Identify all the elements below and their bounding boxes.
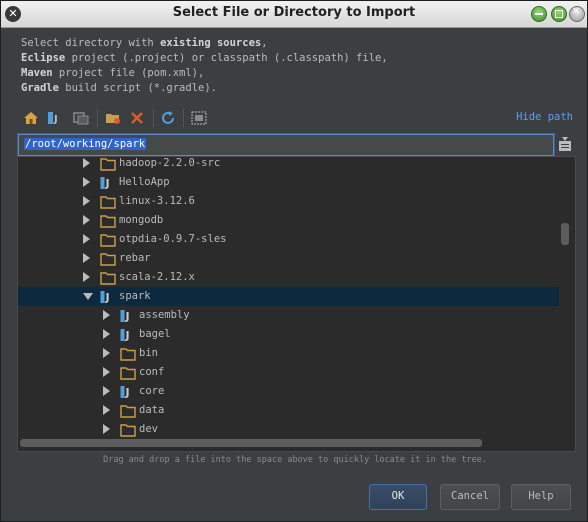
close-button[interactable] — [569, 6, 585, 22]
drag-drop-hint: Drag and drop a file into the space abov… — [103, 455, 487, 465]
new-folder-icon[interactable] — [105, 110, 121, 126]
toolbar-separator — [153, 109, 154, 127]
path-input[interactable]: /root/working/spark — [18, 134, 554, 156]
folder-icon — [100, 213, 116, 228]
title-bar: ✕ Select File or Directory to Import — [1, 1, 587, 28]
svg-text:J: J — [53, 114, 58, 125]
maximize-button[interactable] — [551, 6, 567, 22]
folder-icon — [120, 365, 136, 380]
tree-row[interactable]: data — [18, 401, 559, 420]
expand-arrow-icon[interactable] — [103, 348, 110, 358]
expand-arrow-icon[interactable] — [83, 196, 90, 206]
ok-button[interactable]: OK — [369, 484, 427, 510]
svg-text:J: J — [125, 386, 130, 399]
svg-text:J: J — [105, 177, 110, 190]
path-history-icon[interactable] — [558, 136, 572, 152]
toolbar-separator — [97, 109, 98, 127]
folder-icon — [120, 346, 136, 361]
module-icon: J — [100, 175, 116, 190]
project-icon[interactable]: J — [47, 110, 63, 126]
tree-row[interactable]: Jbagel — [18, 325, 559, 344]
tree-row-label: scala-2.12.x — [119, 271, 195, 283]
tree-row-label: mongodb — [119, 214, 164, 226]
module-icon: J — [120, 308, 136, 323]
tree-row-label: rebar — [119, 252, 151, 264]
module-icon: J — [120, 384, 136, 399]
expand-arrow-icon[interactable] — [83, 234, 90, 244]
tree-row-label: conf — [139, 366, 165, 378]
expand-arrow-icon[interactable] — [83, 158, 90, 168]
file-chooser-toolbar: J Hide path — [17, 107, 577, 129]
tree-row-label: core — [139, 385, 165, 397]
hide-path-link[interactable]: Hide path — [516, 111, 573, 123]
show-hidden-icon[interactable] — [191, 110, 207, 126]
folder-icon — [100, 157, 116, 171]
expand-arrow-icon[interactable] — [103, 424, 110, 434]
expand-arrow-icon[interactable] — [83, 272, 90, 282]
tree-row[interactable]: rebar — [18, 249, 559, 268]
home-icon[interactable] — [23, 110, 39, 126]
tree-row[interactable]: linux-3.12.6 — [18, 192, 559, 211]
tree-row-label: hadoop-2.2.0-src — [119, 157, 221, 169]
tree-row[interactable]: hadoop-2.2.0-src — [18, 157, 559, 173]
minimize-button[interactable] — [531, 6, 547, 22]
path-text: /root/working/spark — [24, 138, 147, 150]
expand-arrow-icon[interactable] — [83, 177, 90, 187]
module-icon: J — [120, 327, 136, 342]
svg-text:J: J — [125, 329, 130, 342]
collapse-arrow-icon[interactable] — [83, 293, 93, 300]
tree-row[interactable]: dev — [18, 420, 559, 439]
folder-icon — [120, 422, 136, 437]
tree-row[interactable]: Jspark — [18, 287, 559, 306]
tree-row[interactable]: Jassembly — [18, 306, 559, 325]
path-row: /root/working/spark — [17, 134, 577, 156]
tree-row-label: linux-3.12.6 — [119, 195, 195, 207]
folder-icon — [100, 251, 116, 266]
tree-row-label: bin — [139, 347, 158, 359]
tree-row-label: spark — [119, 290, 151, 302]
svg-text:J: J — [125, 310, 130, 323]
tree-row-label: otpdia-0.9.7-sles — [119, 233, 227, 245]
module-icon[interactable] — [73, 110, 89, 126]
tree-row[interactable]: conf — [18, 363, 559, 382]
tree-row-label: HelloApp — [119, 176, 170, 188]
tree-row[interactable]: Jcore — [18, 382, 559, 401]
expand-arrow-icon[interactable] — [83, 215, 90, 225]
file-tree[interactable]: hadoop-2.2.0-src J HelloApp linux-3.12.6 mon… — [17, 156, 576, 452]
cancel-button[interactable]: Cancel — [440, 484, 500, 510]
tree-row[interactable]: mongodb — [18, 211, 559, 230]
folder-icon — [100, 194, 116, 209]
expand-arrow-icon[interactable] — [103, 367, 110, 377]
help-button[interactable]: Help — [511, 484, 571, 510]
delete-icon[interactable] — [129, 110, 145, 126]
expand-arrow-icon[interactable] — [103, 329, 110, 339]
expand-arrow-icon[interactable] — [83, 253, 90, 263]
vertical-scrollbar[interactable] — [561, 223, 569, 245]
folder-icon — [100, 232, 116, 247]
module-icon: J — [100, 289, 116, 304]
tree-row[interactable]: J HelloApp — [18, 173, 559, 192]
window-title: Select File or Directory to Import — [172, 5, 416, 20]
folder-icon — [120, 403, 136, 418]
refresh-icon[interactable] — [160, 110, 176, 126]
horizontal-scrollbar[interactable] — [20, 439, 482, 447]
tree-row-label: data — [139, 404, 165, 416]
tree-row-label: dev — [139, 423, 158, 435]
expand-arrow-icon[interactable] — [103, 310, 110, 320]
folder-icon — [100, 270, 116, 285]
toolbar-separator — [183, 109, 184, 127]
tree-row-label: bagel — [139, 328, 171, 340]
import-dialog: ✕ Select File or Directory to Import Sel… — [0, 0, 588, 522]
tree-row[interactable]: otpdia-0.9.7-sles — [18, 230, 559, 249]
tree-row[interactable]: bin — [18, 344, 559, 363]
tree-row[interactable]: scala-2.12.x — [18, 268, 559, 287]
expand-arrow-icon[interactable] — [103, 405, 110, 415]
tree-row-label: assembly — [139, 309, 190, 321]
description: Select directory with existing sources, … — [21, 37, 388, 94]
svg-text:J: J — [105, 291, 110, 304]
expand-arrow-icon[interactable] — [103, 386, 110, 396]
